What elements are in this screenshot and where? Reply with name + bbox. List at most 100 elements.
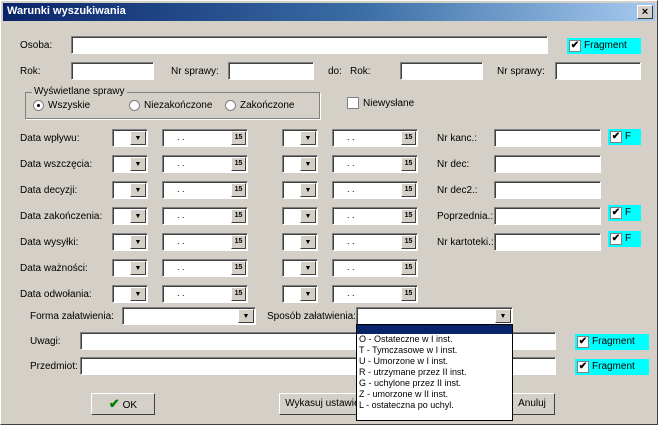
date-waznosci-to-select[interactable]: ▼: [282, 259, 318, 277]
chevron-down-icon[interactable]: ▼: [300, 157, 316, 171]
nr-dec2-input[interactable]: [494, 181, 601, 199]
date-zakonczenia-to-select[interactable]: ▼: [282, 207, 318, 225]
list-item[interactable]: O - Ostateczne w I inst.: [357, 334, 512, 345]
calendar-icon[interactable]: 15: [231, 235, 246, 249]
nr-kartoteki-input[interactable]: [494, 233, 601, 251]
date-odwolania-from-select[interactable]: ▼: [112, 285, 148, 303]
calendar-icon[interactable]: 15: [231, 131, 246, 145]
chevron-down-icon[interactable]: ▼: [300, 235, 316, 249]
date-odwolania-to-input[interactable]: . . 15: [332, 285, 418, 303]
date-wplywu-label: Data wpływu:: [20, 133, 80, 144]
chevron-down-icon[interactable]: ▼: [300, 131, 316, 145]
calendar-icon[interactable]: 15: [401, 261, 416, 275]
calendar-icon[interactable]: 15: [401, 209, 416, 223]
list-item-empty[interactable]: [357, 325, 512, 334]
chevron-down-icon[interactable]: ▼: [300, 261, 316, 275]
date-decyzji-from-input[interactable]: . . 15: [162, 181, 248, 199]
rok-to-input[interactable]: [400, 62, 483, 80]
calendar-icon[interactable]: 15: [401, 157, 416, 171]
rok-from-input[interactable]: [71, 62, 154, 80]
date-wszczecia-from-input[interactable]: . . 15: [162, 155, 248, 173]
list-item[interactable]: T - Tymczasowe w I inst.: [357, 345, 512, 356]
poprzednia-fragment-checkbox[interactable]: ✔ F: [608, 205, 641, 221]
list-item[interactable]: Z - umorzone w II inst.: [357, 389, 512, 400]
date-zakonczenia-to-input[interactable]: . . 15: [332, 207, 418, 225]
chevron-down-icon[interactable]: ▼: [130, 131, 146, 145]
chevron-down-icon[interactable]: ▼: [495, 309, 511, 323]
date-zakonczenia-from-input[interactable]: . . 15: [162, 207, 248, 225]
f-label: F: [625, 131, 632, 142]
ok-button[interactable]: ✔ OK: [91, 393, 155, 415]
nr-kartoteki-fragment-checkbox[interactable]: ✔ F: [608, 231, 641, 247]
sposob-select[interactable]: ▼: [356, 307, 513, 325]
osoba-input[interactable]: [71, 36, 548, 54]
date-wszczecia-from-select[interactable]: ▼: [112, 155, 148, 173]
nr-dec-input[interactable]: [494, 155, 601, 173]
date-wplywu-from-input[interactable]: . . 15: [162, 129, 248, 147]
date-wplywu-to-input[interactable]: . . 15: [332, 129, 418, 147]
cancel-button[interactable]: Anuluj: [509, 393, 555, 415]
date-odwolania-from-input[interactable]: . . 15: [162, 285, 248, 303]
calendar-icon[interactable]: 15: [401, 235, 416, 249]
nr-sprawy-to-input[interactable]: [555, 62, 641, 80]
uwagi-label: Uwagi:: [30, 336, 61, 347]
calendar-icon[interactable]: 15: [401, 183, 416, 197]
calendar-icon[interactable]: 15: [231, 261, 246, 275]
date-wplywu-from-select[interactable]: ▼: [112, 129, 148, 147]
date-waznosci-from-select[interactable]: ▼: [112, 259, 148, 277]
date-wysylki-to-select[interactable]: ▼: [282, 233, 318, 251]
calendar-icon[interactable]: 15: [401, 287, 416, 301]
chevron-down-icon[interactable]: ▼: [130, 157, 146, 171]
nr-sprawy-to-label: Nr sprawy:: [497, 66, 545, 77]
uwagi-fragment-checkbox[interactable]: ✔ Fragment: [575, 334, 649, 350]
nr-kanc-input[interactable]: [494, 129, 601, 147]
close-button[interactable]: ×: [637, 5, 653, 19]
date-odwolania-to-select[interactable]: ▼: [282, 285, 318, 303]
date-waznosci-from-input[interactable]: . . 15: [162, 259, 248, 277]
date-wplywu-to-select[interactable]: ▼: [282, 129, 318, 147]
date-decyzji-to-select[interactable]: ▼: [282, 181, 318, 199]
title-bar: Warunki wyszukiwania: [3, 3, 655, 21]
chevron-down-icon[interactable]: ▼: [130, 261, 146, 275]
chevron-down-icon[interactable]: ▼: [300, 209, 316, 223]
list-item[interactable]: G - uchylone przez II inst.: [357, 378, 512, 389]
rok-to-label: Rok:: [350, 66, 371, 77]
calendar-icon[interactable]: 15: [401, 131, 416, 145]
date-wysylki-from-select[interactable]: ▼: [112, 233, 148, 251]
chevron-down-icon[interactable]: ▼: [130, 235, 146, 249]
calendar-icon[interactable]: 15: [231, 183, 246, 197]
chevron-down-icon[interactable]: ▼: [130, 209, 146, 223]
chevron-down-icon[interactable]: ▼: [300, 183, 316, 197]
date-zakonczenia-from-select[interactable]: ▼: [112, 207, 148, 225]
date-wszczecia-to-input[interactable]: . . 15: [332, 155, 418, 173]
sposob-dropdown-list[interactable]: O - Ostateczne w I inst. T - Tymczasowe w…: [356, 324, 513, 421]
date-waznosci-to-input[interactable]: . . 15: [332, 259, 418, 277]
chevron-down-icon[interactable]: ▼: [130, 287, 146, 301]
calendar-icon[interactable]: 15: [231, 157, 246, 171]
radio-wszyskie[interactable]: [33, 100, 44, 111]
niewyslane-checkbox[interactable]: [347, 97, 359, 109]
checkbox-icon: ✔: [577, 336, 589, 348]
list-item[interactable]: R - utrzymane przez II inst.: [357, 367, 512, 378]
nr-kanc-fragment-checkbox[interactable]: ✔ F: [608, 129, 641, 145]
poprzednia-input[interactable]: [494, 207, 601, 225]
chevron-down-icon[interactable]: ▼: [238, 309, 254, 323]
date-decyzji-to-input[interactable]: . . 15: [332, 181, 418, 199]
date-decyzji-from-select[interactable]: ▼: [112, 181, 148, 199]
calendar-icon[interactable]: 15: [231, 209, 246, 223]
chevron-down-icon[interactable]: ▼: [300, 287, 316, 301]
radio-niezakonczone[interactable]: [129, 100, 140, 111]
date-wysylki-to-input[interactable]: . . 15: [332, 233, 418, 251]
radio-zakonczone[interactable]: [225, 100, 236, 111]
chevron-down-icon[interactable]: ▼: [130, 183, 146, 197]
calendar-icon[interactable]: 15: [231, 287, 246, 301]
przedmiot-fragment-checkbox[interactable]: ✔ Fragment: [575, 359, 649, 375]
osoba-fragment-checkbox[interactable]: ✔ Fragment: [567, 38, 641, 54]
nr-sprawy-from-input[interactable]: [228, 62, 314, 80]
list-item[interactable]: U - Umorzone w I inst.: [357, 356, 512, 367]
date-waznosci-label: Data ważności:: [20, 263, 88, 274]
forma-select[interactable]: ▼: [122, 307, 256, 325]
date-wysylki-from-input[interactable]: . . 15: [162, 233, 248, 251]
list-item[interactable]: L - ostateczna po uchyl.: [357, 400, 512, 411]
date-wszczecia-to-select[interactable]: ▼: [282, 155, 318, 173]
